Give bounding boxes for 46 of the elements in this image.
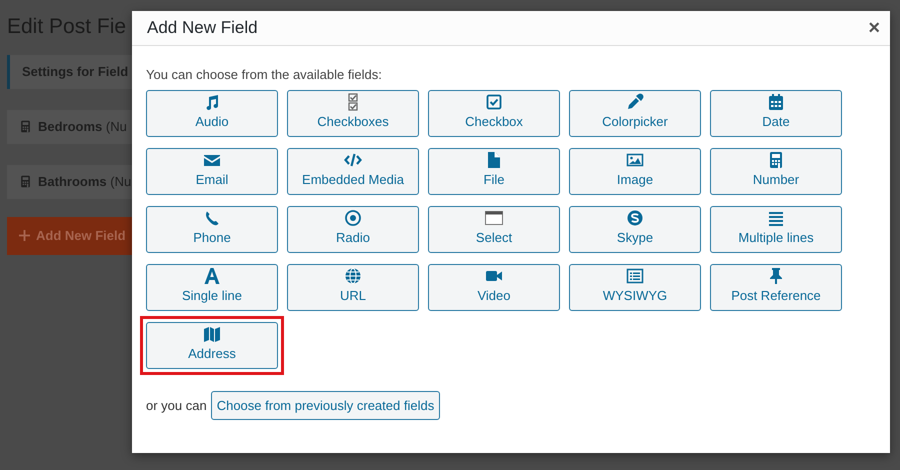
document-icon: [485, 151, 503, 169]
field-type-button[interactable]: Audio: [146, 90, 278, 136]
plus-icon: [19, 230, 30, 241]
field-type-button[interactable]: Colorpicker: [569, 90, 701, 136]
field-type-button[interactable]: Radio: [287, 206, 419, 252]
font-icon: [203, 267, 221, 285]
pushpin-icon: [767, 267, 785, 285]
field-type-button[interactable]: Email: [146, 148, 278, 194]
list-window-icon: [626, 267, 644, 285]
globe-icon: [344, 267, 362, 285]
chat-bubble-s-icon: [626, 209, 644, 227]
field-type-button[interactable]: Address: [146, 322, 278, 368]
field-type-button[interactable]: Checkbox: [428, 90, 560, 136]
radio-button-icon: [344, 209, 362, 227]
calculator-icon: [19, 175, 32, 188]
phone-icon: [203, 209, 221, 227]
picture-icon: [626, 151, 644, 169]
field-type-button[interactable]: Skype: [569, 206, 701, 252]
field-type-button[interactable]: Single line: [146, 264, 278, 310]
calculator-icon: [19, 120, 32, 133]
field-type-button[interactable]: Select: [428, 206, 560, 252]
intro-text: You can choose from the available fields:: [146, 66, 383, 84]
field-type-button[interactable]: Phone: [146, 206, 278, 252]
field-type-button[interactable]: URL: [287, 264, 419, 310]
dropdown-window-icon: [485, 209, 503, 227]
field-type-button[interactable]: Multiple lines: [710, 206, 842, 252]
field-type-button[interactable]: Number: [710, 148, 842, 194]
field-type-button[interactable]: Image: [569, 148, 701, 194]
field-type-button[interactable]: WYSIWYG: [569, 264, 701, 310]
field-type-button[interactable]: Embedded Media: [287, 148, 419, 194]
choose-previous-fields-button[interactable]: Choose from previously created fields: [210, 390, 440, 420]
calculator-icon: [767, 151, 785, 169]
modal-title: Add New Field: [147, 17, 258, 40]
calendar-icon: [767, 93, 785, 111]
close-button[interactable]: ×: [868, 18, 880, 38]
eyedropper-icon: [626, 93, 644, 111]
field-type-button[interactable]: File: [428, 148, 560, 194]
text-lines-icon: [767, 209, 785, 227]
checkbox-icon: [485, 93, 503, 111]
folded-map-icon: [203, 325, 221, 343]
field-type-button[interactable]: Video: [428, 264, 560, 310]
field-type-button[interactable]: Post Reference: [710, 264, 842, 310]
field-type-button[interactable]: Checkboxes: [287, 90, 419, 136]
footer-text: or you can: [146, 396, 207, 415]
code-icon: [344, 151, 362, 169]
field-type-button[interactable]: Date: [710, 90, 842, 136]
